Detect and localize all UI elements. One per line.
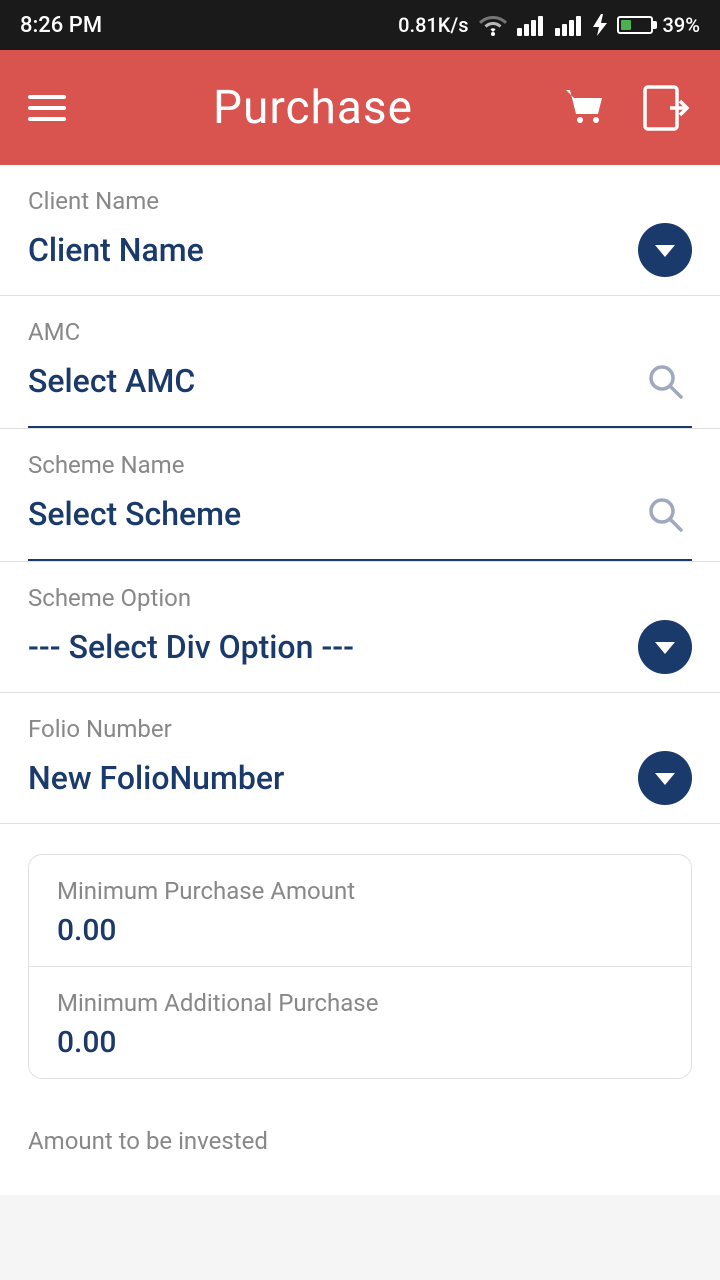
scheme-name-search-button[interactable]	[638, 487, 692, 541]
battery-percent: 39%	[663, 13, 700, 37]
app-bar-actions	[560, 82, 692, 134]
search-icon	[645, 361, 685, 401]
scheme-option-value: --- Select Div Option ---	[28, 628, 354, 666]
client-name-dropdown-button[interactable]	[638, 223, 692, 277]
scheme-name-label: Scheme Name	[28, 451, 692, 479]
wifi-icon	[479, 14, 507, 36]
amc-search-button[interactable]	[638, 354, 692, 408]
scheme-name-value: Select Scheme	[28, 495, 241, 533]
charging-icon	[593, 14, 607, 36]
min-additional-purchase-row: Minimum Additional Purchase 0.00	[29, 967, 691, 1078]
scheme-name-row: Select Scheme	[28, 487, 692, 559]
folio-number-dropdown-button[interactable]	[638, 751, 692, 805]
menu-button[interactable]	[28, 95, 66, 121]
min-additional-purchase-label: Minimum Additional Purchase	[57, 989, 663, 1017]
amc-label: AMC	[28, 318, 692, 346]
scheme-option-row: --- Select Div Option ---	[28, 620, 692, 692]
client-name-row: Client Name	[28, 223, 692, 295]
scheme-underline	[28, 559, 692, 561]
logout-icon[interactable]	[640, 82, 692, 134]
folio-number-field: Folio Number New FolioNumber	[0, 693, 720, 824]
chevron-down-icon-2	[655, 642, 675, 654]
status-bar: 8:26 PM 0.81K/s	[0, 0, 720, 50]
time: 8:26 PM	[20, 13, 102, 38]
signal-icon	[517, 14, 545, 36]
amc-row: Select AMC	[28, 354, 692, 426]
amc-value: Select AMC	[28, 362, 195, 400]
folio-number-value: New FolioNumber	[28, 759, 284, 797]
info-card: Minimum Purchase Amount 0.00 Minimum Add…	[28, 854, 692, 1079]
status-right: 0.81K/s	[398, 13, 700, 37]
client-name-field: Client Name Client Name	[0, 165, 720, 296]
min-purchase-row: Minimum Purchase Amount 0.00	[29, 855, 691, 967]
client-name-value: Client Name	[28, 231, 204, 269]
min-purchase-value: 0.00	[57, 913, 663, 948]
form-content: Client Name Client Name AMC Select AMC S…	[0, 165, 720, 1195]
page-title: Purchase	[213, 81, 413, 135]
scheme-option-label: Scheme Option	[28, 584, 692, 612]
cart-icon[interactable]	[560, 82, 612, 134]
scheme-option-dropdown-button[interactable]	[638, 620, 692, 674]
app-bar: Purchase	[0, 50, 720, 165]
client-name-label: Client Name	[28, 187, 692, 215]
signal-icon-2	[555, 14, 583, 36]
amc-underline	[28, 426, 692, 428]
min-purchase-label: Minimum Purchase Amount	[57, 877, 663, 905]
amount-to-invest-label: Amount to be invested	[0, 1109, 720, 1155]
folio-number-row: New FolioNumber	[28, 751, 692, 823]
folio-number-label: Folio Number	[28, 715, 692, 743]
min-additional-purchase-value: 0.00	[57, 1025, 663, 1060]
scheme-name-field: Scheme Name Select Scheme	[0, 429, 720, 562]
chevron-down-icon-3	[655, 773, 675, 785]
battery-indicator	[617, 16, 653, 34]
scheme-option-field: Scheme Option --- Select Div Option ---	[0, 562, 720, 693]
network-speed: 0.81K/s	[398, 13, 468, 37]
chevron-down-icon	[655, 245, 675, 257]
search-icon-2	[645, 494, 685, 534]
amc-field: AMC Select AMC	[0, 296, 720, 429]
